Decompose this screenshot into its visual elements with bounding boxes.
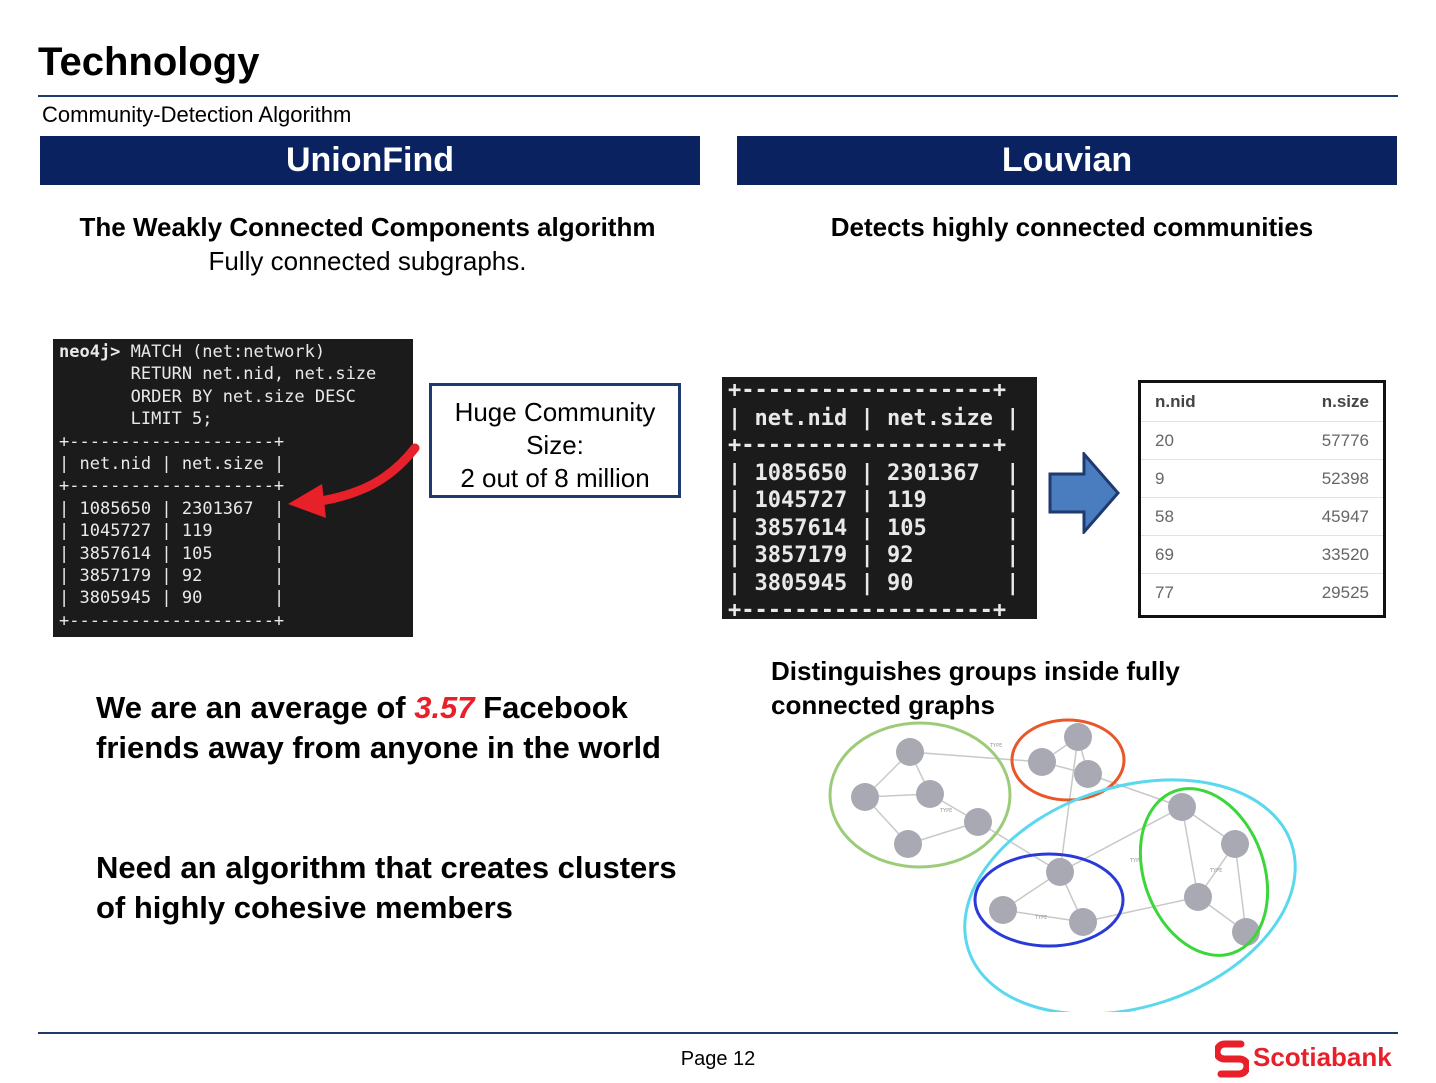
column-header: n.nid bbox=[1155, 392, 1196, 411]
cell: 3857179 bbox=[754, 543, 848, 568]
cell: 92 bbox=[886, 543, 914, 568]
query-line: LIMIT 5; bbox=[59, 409, 213, 430]
edge-label: TYPE bbox=[989, 743, 1002, 749]
cell: 1045727 bbox=[79, 521, 152, 542]
cell: 3805945 bbox=[754, 570, 848, 596]
table-row: 77 29525 bbox=[1141, 573, 1383, 611]
table-row: 9 52398 bbox=[1141, 459, 1383, 498]
cell: 3857179 bbox=[79, 566, 152, 587]
column-header: net.nid bbox=[754, 405, 848, 431]
cell: 1085650 bbox=[79, 498, 152, 519]
table-row: 69 33520 bbox=[1141, 535, 1383, 574]
query-line: ORDER BY net.size DESC bbox=[59, 386, 356, 407]
unionfind-heading: The Weakly Connected Components algorith… bbox=[79, 212, 656, 242]
callout-line: Size: bbox=[526, 430, 584, 460]
fact-prefix: We are an average of bbox=[96, 690, 415, 725]
edge-label: TYPE bbox=[939, 808, 952, 814]
cell: 77 bbox=[1141, 573, 1257, 611]
table-row: 58 45947 bbox=[1141, 497, 1383, 536]
graph-nodes bbox=[851, 723, 1260, 946]
cell: 3857614 bbox=[79, 543, 152, 564]
cluster-ellipse-green bbox=[1138, 787, 1270, 957]
cell: 9 bbox=[1141, 459, 1257, 498]
query-line: RETURN net.nid, net.size bbox=[59, 364, 377, 385]
header-divider bbox=[38, 95, 1398, 97]
cell: 57776 bbox=[1256, 421, 1383, 460]
cell: 45947 bbox=[1256, 497, 1383, 536]
louvian-banner: Louvian bbox=[737, 136, 1397, 185]
red-arrow-icon bbox=[288, 443, 420, 518]
cell: 69 bbox=[1141, 535, 1257, 574]
column-header: n.size bbox=[1321, 392, 1369, 411]
footer-divider bbox=[38, 1032, 1398, 1034]
query-line: MATCH (net:network) bbox=[120, 342, 326, 362]
callout-line: 2 out of 8 million bbox=[460, 463, 650, 493]
cell: 1085650 bbox=[754, 460, 848, 486]
cell: 3857614 bbox=[754, 515, 848, 541]
cell: 119 bbox=[886, 488, 927, 513]
caption-line-1: Distinguishes groups inside fully bbox=[771, 656, 1180, 686]
cell: 52398 bbox=[1256, 459, 1383, 498]
cell: 92 bbox=[181, 566, 203, 587]
need-line-2: of highly cohesive members bbox=[96, 890, 513, 925]
cell: 119 bbox=[181, 521, 213, 542]
cell: 90 bbox=[181, 588, 203, 609]
cell: 3805945 bbox=[79, 588, 152, 609]
table-row: 20 57776 bbox=[1141, 421, 1383, 460]
fact-value: 3.57 bbox=[414, 690, 475, 725]
cell: 29525 bbox=[1256, 573, 1383, 611]
table-header-row: n.nid n.size bbox=[1141, 383, 1383, 422]
unionfind-banner: UnionFind bbox=[40, 136, 700, 185]
fact-line-2: friends away from anyone in the world bbox=[96, 730, 661, 765]
column-header: net.size bbox=[886, 405, 993, 431]
cell: 105 bbox=[181, 543, 213, 564]
fact-suffix: Facebook bbox=[474, 690, 628, 725]
cell: 20 bbox=[1141, 421, 1257, 460]
algorithm-need: Need an algorithm that creates clusters … bbox=[96, 848, 716, 928]
neo4j-terminal-right: +-------------------+ | net.nid | net.si… bbox=[722, 377, 1037, 623]
edge-label: TYPE bbox=[1034, 915, 1047, 921]
column-header: net.nid bbox=[79, 454, 152, 475]
cell: 105 bbox=[886, 515, 927, 541]
brand-name: Scotiabank bbox=[1253, 1042, 1392, 1072]
scotiabank-s-icon bbox=[1213, 1040, 1251, 1078]
huge-community-callout: Huge Community Size: 2 out of 8 million bbox=[429, 383, 681, 498]
edge-label: TYPE bbox=[1209, 868, 1222, 874]
need-line-1: Need an algorithm that creates clusters bbox=[96, 850, 677, 885]
terminal-prompt: neo4j> bbox=[59, 342, 121, 362]
cell: 58 bbox=[1141, 497, 1257, 536]
louvian-heading: Detects highly connected communities bbox=[830, 212, 1314, 242]
cell: 33520 bbox=[1256, 535, 1383, 574]
callout-line: Huge Community bbox=[454, 397, 656, 427]
cell: 1045727 bbox=[754, 488, 848, 513]
scotiabank-logo: Scotiabank bbox=[1213, 1040, 1405, 1080]
cell: 90 bbox=[886, 570, 914, 596]
unionfind-subheading: Fully connected subgraphs. bbox=[208, 246, 527, 276]
page-subtitle: Community-Detection Algorithm bbox=[42, 102, 352, 127]
column-header: net.size bbox=[181, 454, 264, 475]
cell: 2301367 bbox=[181, 498, 254, 519]
page-title: Technology bbox=[38, 40, 260, 84]
block-arrow-right-icon bbox=[1048, 452, 1120, 534]
community-graph: TYPE TYPE TYPE TYPE TYPE bbox=[828, 718, 1297, 1012]
cluster-ellipse-cyan bbox=[963, 778, 1297, 1012]
facebook-fact: We are an average of 3.57 Facebook frien… bbox=[96, 688, 716, 768]
cell: 2301367 bbox=[886, 460, 980, 486]
louvain-result-table: n.nid n.size 20 57776 9 52398 58 45947 69 33… bbox=[1138, 380, 1386, 618]
